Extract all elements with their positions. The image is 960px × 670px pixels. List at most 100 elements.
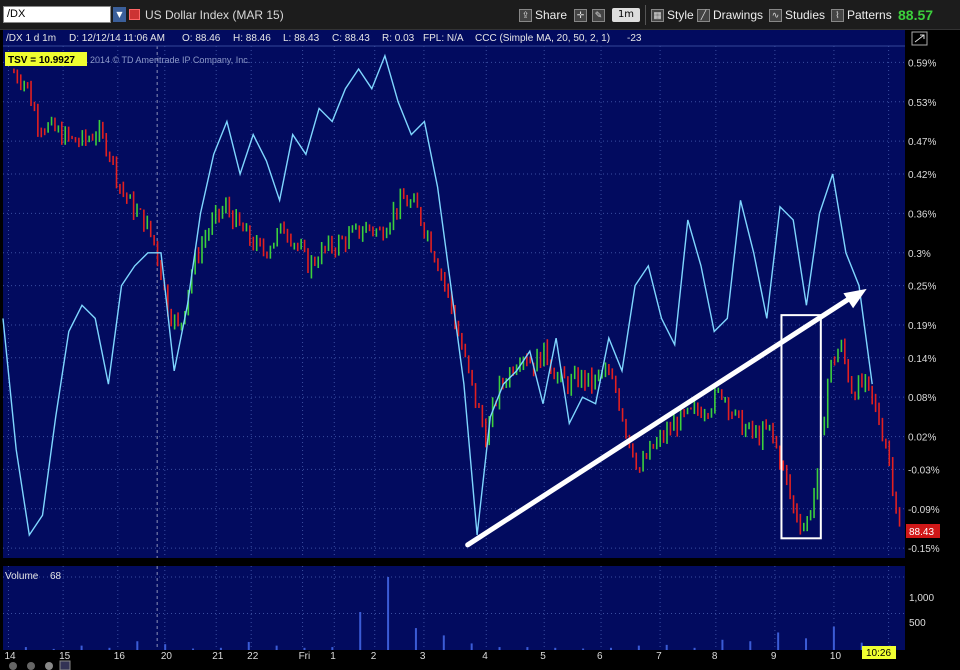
volume-bar	[359, 612, 362, 650]
studies-button[interactable]: ∿ Studies	[766, 6, 828, 24]
x-tick-label: 2	[371, 651, 377, 662]
volume-bar	[721, 639, 724, 650]
volume-bar	[192, 648, 195, 650]
volume-bar	[805, 638, 808, 650]
study-value: -23	[627, 33, 642, 44]
instrument-name: US Dollar Index (MAR 15)	[145, 8, 284, 22]
zoom-out-icon[interactable]	[9, 662, 17, 670]
y-tick-label: 0.42%	[908, 170, 936, 181]
settings-icon[interactable]	[59, 660, 71, 670]
header-open: O: 88.46	[182, 33, 221, 44]
header-range: R: 0.03	[382, 33, 415, 44]
volume-bar	[247, 641, 250, 650]
header-date: D: 12/12/14 11:06 AM	[69, 33, 165, 44]
patterns-icon: ⌇	[831, 8, 844, 22]
patterns-label: Patterns	[847, 8, 892, 22]
y-tick-label: 0.3%	[908, 249, 931, 260]
study-name: CCC (Simple MA, 20, 50, 2, 1)	[475, 33, 610, 44]
zoom-in-icon[interactable]	[27, 662, 35, 670]
price-badge-text: 88.43	[909, 527, 934, 538]
symbol-input[interactable]: /DX	[3, 6, 111, 23]
x-tick-label: 6	[597, 651, 603, 662]
header-fpl: FPL: N/A	[423, 33, 464, 44]
volume-bar	[387, 576, 390, 650]
y-tick-label: 0.47%	[908, 137, 936, 148]
x-tick-label: 21	[212, 651, 224, 662]
y-tick-label: -0.09%	[908, 505, 940, 516]
volume-bar	[582, 648, 585, 650]
share-label: Share	[535, 8, 568, 22]
volume-bar	[52, 648, 55, 650]
x-tick-label: 22	[247, 651, 259, 662]
last-price: 88.57	[898, 7, 934, 23]
x-tick-label: 15	[59, 651, 71, 662]
y-tick-label: 0.14%	[908, 354, 936, 365]
zoom-reset-icon[interactable]	[45, 662, 53, 670]
x-tick-label: 7	[656, 651, 662, 662]
header-symbol-period: /DX 1 d 1m	[6, 33, 56, 44]
crosshair-button[interactable]: ✛	[571, 6, 590, 24]
y-tick-label: 0.19%	[908, 321, 936, 332]
x-tick-label: 8	[712, 651, 718, 662]
x-tick-label: 9	[771, 651, 777, 662]
x-tick-label: 3	[420, 651, 426, 662]
pencil-icon: ✎	[592, 8, 605, 22]
y-tick-label: 0.25%	[908, 282, 936, 293]
volume-bar	[108, 647, 111, 650]
crosshair-icon: ✛	[574, 8, 587, 22]
patterns-button[interactable]: ⌇ Patterns	[828, 6, 895, 24]
volume-bar	[693, 647, 696, 650]
volume-bar	[470, 643, 473, 650]
x-tick-label: 5	[540, 651, 546, 662]
price-chart[interactable]: 0.59% 0.53% 0.47% 0.42% 0.36% 0.3% 0.25% 0.19% 0…	[0, 30, 960, 670]
volume-label: Volume	[5, 571, 39, 582]
volume-bar	[24, 647, 27, 650]
pencil-tool-button[interactable]: ✎	[589, 6, 608, 24]
time-badge-text: 10:26	[866, 648, 891, 659]
drawings-button[interactable]: ╱ Drawings	[694, 6, 766, 24]
volume-tick-500: 500	[909, 618, 926, 629]
y-axis-area	[905, 30, 960, 558]
volume-bar	[777, 632, 780, 650]
volume-bar	[275, 645, 278, 650]
volume-axis-area	[905, 566, 960, 650]
symbol-dropdown-icon[interactable]: ▼	[113, 7, 126, 22]
volume-bar	[80, 645, 83, 650]
share-icon: ⇪	[519, 8, 532, 22]
volume-bar	[832, 626, 835, 650]
symbol-flag-icon[interactable]	[129, 9, 140, 20]
volume-bar	[303, 647, 306, 650]
x-tick-label: 4	[482, 651, 488, 662]
volume-bar	[637, 645, 640, 650]
volume-tick-1000: 1,000	[909, 593, 934, 604]
header-close: C: 88.43	[332, 33, 370, 44]
y-tick-label: -0.03%	[908, 465, 940, 476]
style-label: Style	[667, 8, 694, 22]
tsv-label: TSV = 10.9927	[8, 55, 75, 66]
style-icon: ▦	[651, 8, 664, 22]
x-tick-label: Fri	[299, 651, 311, 662]
y-tick-label: 0.08%	[908, 393, 936, 404]
share-button[interactable]: ⇪ Share	[516, 6, 570, 24]
volume-bar	[164, 644, 167, 650]
y-tick-label: 0.36%	[908, 209, 936, 220]
x-tick-label: 14	[4, 651, 16, 662]
toolbar-divider	[645, 5, 646, 25]
top-toolbar: /DX ▼ US Dollar Index (MAR 15) ⇪ Share ✛…	[0, 0, 960, 30]
copyright: 2014 © TD Ameritrade IP Company, Inc.	[90, 55, 250, 65]
y-tick-label: 0.53%	[908, 98, 936, 109]
volume-bar	[442, 635, 445, 650]
volume-bar	[749, 641, 752, 650]
volume-bar	[526, 647, 529, 650]
period-selector[interactable]: 1m	[612, 8, 640, 22]
drawings-icon: ╱	[697, 8, 710, 22]
x-tick-label: 10	[830, 651, 842, 662]
header-low: L: 88.43	[283, 33, 320, 44]
volume-bar	[609, 647, 612, 650]
volume-bar	[414, 628, 417, 650]
volume-plot-area[interactable]	[3, 566, 905, 650]
style-button[interactable]: ▦ Style	[648, 6, 697, 24]
volume-bar	[554, 647, 557, 650]
volume-bar	[665, 644, 668, 650]
volume-value: 68	[50, 571, 62, 582]
